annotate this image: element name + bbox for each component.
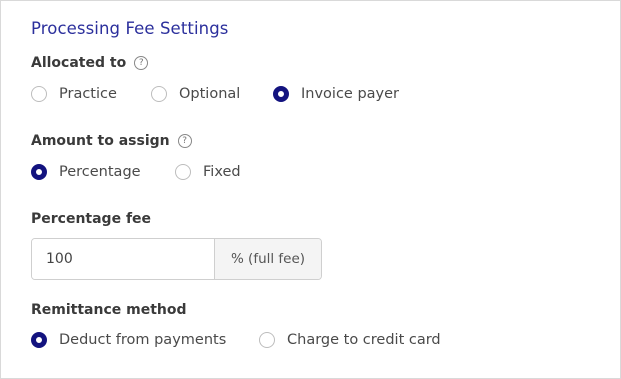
radio-label: Percentage bbox=[59, 164, 141, 180]
radio-remittance-credit-card[interactable]: Charge to credit card bbox=[259, 332, 441, 348]
allocated-to-label-text: Allocated to bbox=[31, 55, 127, 71]
radio-label: Invoice payer bbox=[301, 86, 400, 102]
radio-circle[interactable] bbox=[151, 86, 167, 102]
percentage-fee-suffix: % (full fee) bbox=[214, 239, 321, 279]
allocated-to-label: Allocated to ? bbox=[31, 55, 149, 71]
radio-circle-selected[interactable] bbox=[31, 164, 47, 180]
section-title: Processing Fee Settings bbox=[31, 19, 229, 38]
remittance-method-radio-group: Deduct from payments Charge to credit ca… bbox=[31, 332, 441, 348]
radio-label: Optional bbox=[179, 86, 241, 102]
radio-label: Fixed bbox=[203, 164, 241, 180]
allocated-to-radio-group: Practice Optional Invoice payer bbox=[31, 86, 399, 102]
radio-allocated-optional[interactable]: Optional bbox=[151, 86, 273, 102]
radio-circle-selected[interactable] bbox=[31, 332, 47, 348]
radio-circle[interactable] bbox=[259, 332, 275, 348]
radio-remittance-deduct[interactable]: Deduct from payments bbox=[31, 332, 259, 348]
radio-allocated-practice[interactable]: Practice bbox=[31, 86, 151, 102]
percentage-fee-input[interactable] bbox=[32, 239, 214, 279]
percentage-fee-input-group: % (full fee) bbox=[31, 238, 322, 280]
help-icon[interactable]: ? bbox=[177, 134, 192, 148]
remittance-method-label: Remittance method bbox=[31, 302, 187, 318]
processing-fee-settings-panel: Processing Fee Settings Allocated to ? P… bbox=[0, 0, 621, 379]
radio-amount-percentage[interactable]: Percentage bbox=[31, 164, 175, 180]
percentage-fee-label: Percentage fee bbox=[31, 211, 152, 227]
amount-to-assign-label-text: Amount to assign bbox=[31, 133, 170, 149]
radio-amount-fixed[interactable]: Fixed bbox=[175, 164, 241, 180]
radio-label: Deduct from payments bbox=[59, 332, 227, 348]
radio-allocated-invoice-payer[interactable]: Invoice payer bbox=[273, 86, 399, 102]
radio-circle[interactable] bbox=[31, 86, 47, 102]
amount-to-assign-label: Amount to assign ? bbox=[31, 133, 192, 149]
radio-label: Practice bbox=[59, 86, 117, 102]
radio-circle-selected[interactable] bbox=[273, 86, 289, 102]
radio-circle[interactable] bbox=[175, 164, 191, 180]
radio-label: Charge to credit card bbox=[287, 332, 441, 348]
amount-to-assign-radio-group: Percentage Fixed bbox=[31, 164, 241, 180]
help-icon[interactable]: ? bbox=[134, 56, 149, 70]
